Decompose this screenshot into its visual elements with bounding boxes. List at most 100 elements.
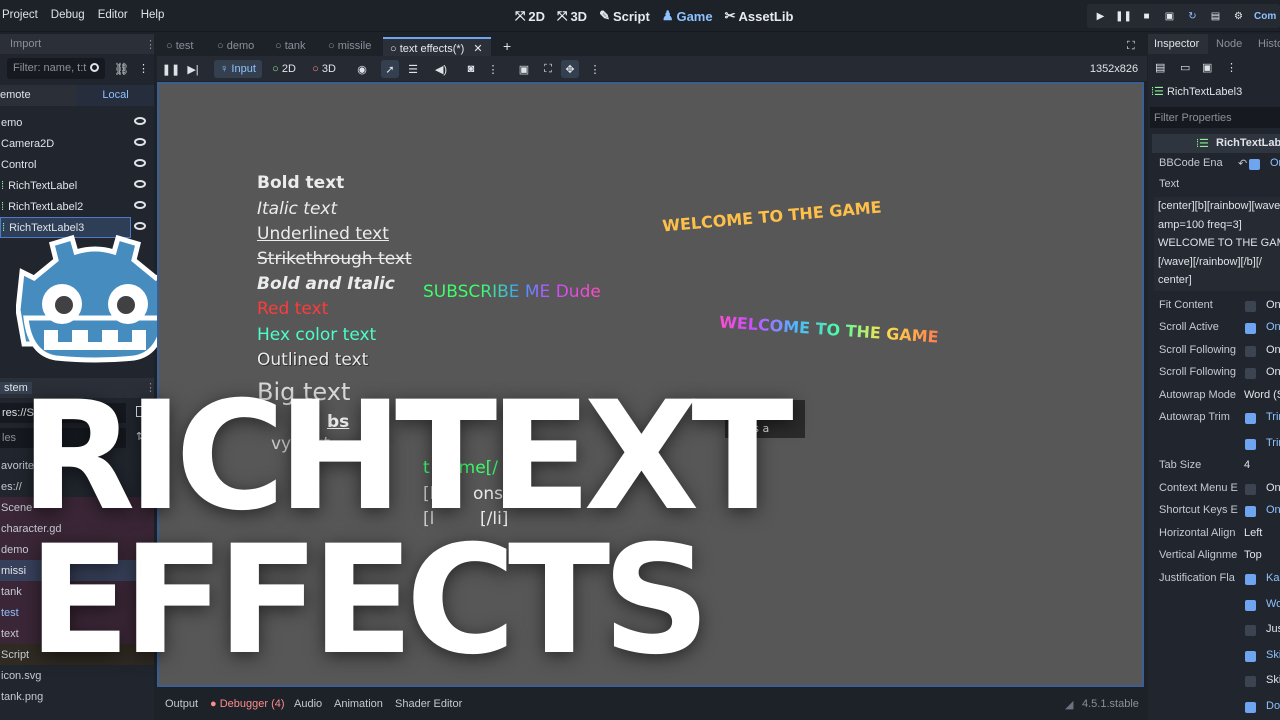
visibility-icon[interactable] bbox=[134, 201, 146, 209]
camera-icon[interactable]: ◙ bbox=[463, 60, 479, 78]
pause-game-icon[interactable]: ❚❚ bbox=[162, 60, 180, 78]
checkbox[interactable] bbox=[1245, 323, 1256, 334]
file-item[interactable]: tank.png bbox=[0, 686, 154, 707]
menu-debug[interactable]: Debug bbox=[51, 9, 85, 21]
load-resource-icon[interactable]: ▭ bbox=[1180, 61, 1190, 74]
scene-menu-icon[interactable]: ⋮ bbox=[138, 62, 149, 75]
shader-editor-tab[interactable]: Shader Editor bbox=[395, 698, 462, 710]
tree-node-richtextlabel2[interactable]: ⁞ RichTextLabel2 bbox=[0, 196, 154, 217]
checkbox[interactable] bbox=[1245, 346, 1256, 357]
distraction-free-icon[interactable]: ⛶ bbox=[1127, 37, 1135, 56]
remote-debug-icon[interactable]: ⚙ bbox=[1229, 7, 1248, 26]
toolbar-menu-icon[interactable]: ⋮ bbox=[488, 60, 499, 78]
tab-tank[interactable]: ○ tank bbox=[275, 37, 306, 56]
checkbox[interactable] bbox=[1245, 625, 1256, 636]
tab-demo[interactable]: ○ demo bbox=[217, 37, 254, 56]
property-value[interactable]: Top bbox=[1244, 549, 1262, 561]
tab-text-effects[interactable]: ○ text effects(*) ✕ bbox=[383, 37, 491, 56]
mode-game-button[interactable]: ♟ Game bbox=[662, 8, 713, 24]
property-value[interactable]: 4 bbox=[1244, 459, 1250, 471]
inspector-tab[interactable]: Inspector bbox=[1148, 34, 1208, 54]
dock-menu-icon[interactable]: ⋮ bbox=[145, 38, 156, 51]
godot-logo bbox=[16, 234, 174, 363]
property-row: Autowrap Mode Word (S bbox=[1159, 389, 1280, 401]
node-tab[interactable]: Node bbox=[1216, 38, 1242, 50]
tab-test[interactable]: ○ test bbox=[166, 37, 193, 56]
pause-icon[interactable]: ❚❚ bbox=[1114, 7, 1133, 26]
checkbox[interactable] bbox=[1245, 368, 1256, 379]
filter-properties-input[interactable]: Filter Properties bbox=[1150, 107, 1280, 128]
text-editor-field[interactable]: [center][b][rainbow][wave amp=100 freq=3… bbox=[1154, 197, 1280, 291]
output-tab[interactable]: Output bbox=[165, 698, 198, 710]
debugger-tab[interactable]: ● Debugger (4) bbox=[210, 698, 285, 710]
checkbox[interactable] bbox=[1245, 651, 1256, 662]
checkbox[interactable] bbox=[1245, 301, 1256, 312]
save-resource-icon[interactable]: ▣ bbox=[1202, 61, 1212, 74]
tree-node-camera2d[interactable]: Camera2D bbox=[0, 133, 154, 154]
eye-icon[interactable]: ◉ bbox=[355, 60, 369, 78]
next-frame-icon[interactable]: ▶| bbox=[185, 60, 201, 78]
checkbox[interactable] bbox=[1245, 702, 1256, 713]
property-value[interactable]: Word (S bbox=[1244, 389, 1280, 401]
close-icon[interactable]: ✕ bbox=[473, 43, 482, 55]
revert-icon[interactable]: ↶ bbox=[1238, 157, 1247, 170]
new-resource-icon[interactable]: ▤ bbox=[1155, 61, 1165, 74]
visibility-icon[interactable] bbox=[134, 117, 146, 125]
compatibility-label[interactable]: Com bbox=[1254, 11, 1276, 22]
audio-icon[interactable]: ◀) bbox=[433, 60, 449, 78]
tab-missile[interactable]: ○ missile bbox=[328, 37, 371, 56]
visibility-icon[interactable] bbox=[134, 159, 146, 167]
tree-node-root[interactable]: emo bbox=[0, 112, 154, 133]
property-value: On bbox=[1266, 321, 1280, 333]
property-row: Scroll Active On bbox=[1159, 321, 1280, 334]
property-value[interactable]: Left bbox=[1244, 527, 1262, 539]
import-tab[interactable]: Import bbox=[0, 34, 154, 54]
play-icon[interactable]: ▶ bbox=[1091, 7, 1110, 26]
checkbox[interactable] bbox=[1245, 439, 1256, 450]
audio-tab[interactable]: Audio bbox=[294, 698, 322, 710]
list-select-icon[interactable]: ☰ bbox=[405, 60, 421, 78]
animation-tab[interactable]: Animation bbox=[334, 698, 383, 710]
keep-aspect-icon[interactable]: ⛶ bbox=[540, 60, 556, 78]
tree-node-control[interactable]: Control bbox=[0, 154, 154, 175]
tree-node-richtextlabel[interactable]: ⁞ RichTextLabel bbox=[0, 175, 154, 196]
remote-tab[interactable]: emote bbox=[0, 85, 77, 106]
local-tab[interactable]: Local bbox=[77, 85, 154, 106]
movie-icon[interactable]: ▤ bbox=[1206, 7, 1225, 26]
stretch-icon[interactable]: ✥ bbox=[561, 60, 579, 78]
mode-assetlib-button[interactable]: ✂ AssetLib bbox=[725, 8, 794, 24]
stop-icon[interactable]: ■ bbox=[1137, 7, 1156, 26]
inspector-menu-icon[interactable]: ⋮ bbox=[1226, 61, 1237, 74]
checkbox[interactable] bbox=[1245, 676, 1256, 687]
property-label: Scroll Following bbox=[1159, 366, 1237, 378]
menu-project[interactable]: Project bbox=[2, 9, 38, 21]
history-tab[interactable]: Histo bbox=[1258, 38, 1280, 50]
menu-editor[interactable]: Editor bbox=[98, 9, 128, 21]
reload-icon[interactable]: ↻ bbox=[1183, 7, 1202, 26]
red-text: Red text bbox=[257, 299, 329, 319]
play-scene-icon[interactable]: ▣ bbox=[1160, 7, 1179, 26]
input-button[interactable]: ♀ Input bbox=[214, 60, 262, 78]
instance-scene-icon[interactable]: ⛓ bbox=[114, 62, 129, 76]
visibility-icon[interactable] bbox=[134, 180, 146, 188]
add-tab-icon[interactable]: + bbox=[503, 35, 511, 54]
2d-button[interactable]: ○ 2D bbox=[269, 60, 299, 78]
run-bar: ▶ ❚❚ ■ ▣ ↻ ▤ ⚙ Com bbox=[1087, 4, 1280, 28]
mode-script-button[interactable]: ✎ Script bbox=[599, 8, 650, 24]
fixed-size-icon[interactable]: ▣ bbox=[516, 60, 532, 78]
menu-help[interactable]: Help bbox=[141, 9, 165, 21]
checkbox[interactable] bbox=[1245, 413, 1256, 424]
richtext-icon: ⁞ bbox=[1, 200, 5, 213]
input-icon: ♀ bbox=[220, 63, 229, 75]
checkbox[interactable] bbox=[1245, 574, 1256, 585]
visibility-icon[interactable] bbox=[134, 138, 146, 146]
3d-button[interactable]: ○ 3D bbox=[309, 60, 339, 78]
mode-2d-button[interactable]: ⤧ 2D bbox=[515, 8, 545, 24]
mode-3d-button[interactable]: ⤧ 3D bbox=[557, 8, 587, 24]
checkbox[interactable] bbox=[1249, 159, 1260, 170]
select-icon[interactable]: ➚ bbox=[381, 60, 399, 78]
checkbox[interactable] bbox=[1245, 484, 1256, 495]
checkbox[interactable] bbox=[1245, 506, 1256, 517]
toolbar-menu-2-icon[interactable]: ⋮ bbox=[590, 60, 601, 78]
checkbox[interactable] bbox=[1245, 600, 1256, 611]
